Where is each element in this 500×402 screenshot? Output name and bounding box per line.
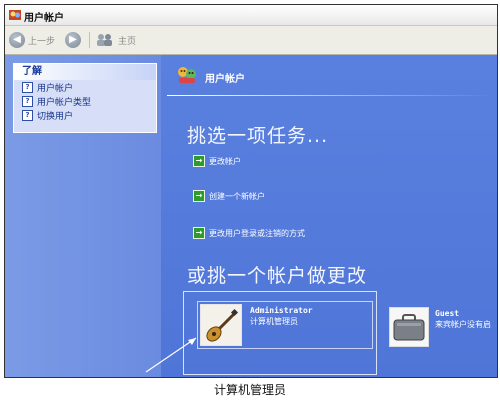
annotation-pointer <box>145 337 197 373</box>
caption: 计算机管理员 <box>213 383 286 397</box>
screenshot-page: 用户帐户 ◀ 上一步 ▶ 主页 了解 ? 用户帐户 ? 用户帐户类型 ? 切换用… <box>0 0 500 402</box>
